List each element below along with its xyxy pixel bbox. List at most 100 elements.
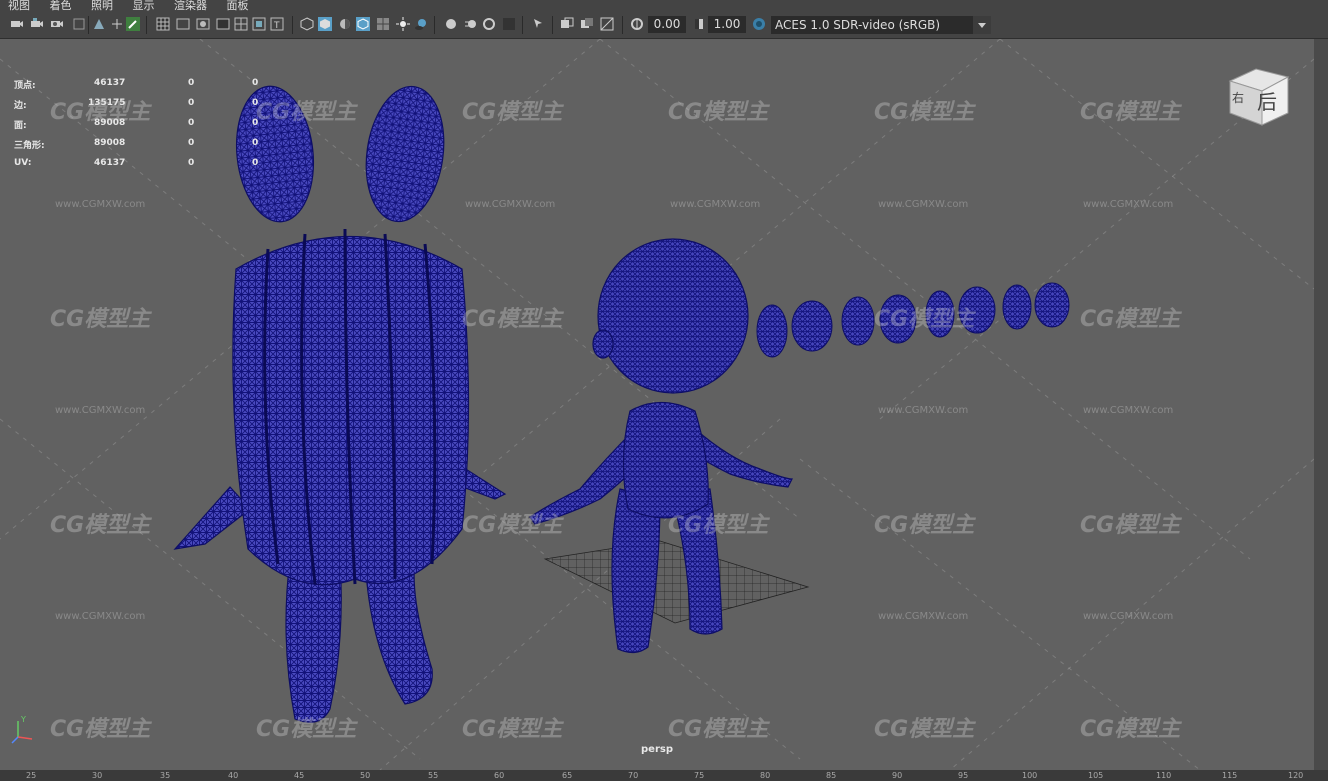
viewcube-back-label[interactable]: 后	[1257, 86, 1277, 115]
textured-icon[interactable]	[376, 17, 390, 31]
menu-view[interactable]: 视图	[8, 0, 30, 12]
pumpkin-bunny-mesh[interactable]	[173, 81, 507, 723]
ruler-tick: 55	[428, 771, 439, 780]
ground-grid	[543, 540, 810, 624]
hud-label: 三角形:	[14, 141, 45, 151]
ruler-tick: 70	[628, 771, 639, 780]
hud-value: 46137	[94, 78, 126, 88]
watermark-logo: CG模型主	[668, 717, 769, 742]
backface-culling-icon[interactable]	[600, 17, 614, 31]
ruler-tick: 35	[160, 771, 171, 780]
panel-toolbar: T 0.00 1.00 ACES 1.0 SDR-video (sRGB)	[0, 12, 1328, 39]
watermark-logo: CG模型主	[668, 100, 769, 125]
watermark-url: www.CGMXW.com	[55, 611, 146, 622]
grid-toggle-icon[interactable]	[110, 17, 124, 31]
hud-value: 0	[188, 118, 195, 128]
watermark-logo: CG模型主	[462, 100, 563, 125]
watermark-logo: CG模型主	[874, 307, 975, 332]
wireframe-cube-icon[interactable]	[300, 17, 314, 31]
resolution-gate-icon[interactable]	[196, 17, 210, 31]
ruler-tick: 30	[92, 771, 103, 780]
ruler-tick: 40	[228, 771, 239, 780]
ambient-occlusion-icon[interactable]	[444, 17, 458, 31]
camera-select-icon[interactable]	[10, 17, 24, 31]
hud-value: 0	[252, 138, 259, 148]
hud-row-uvs: UV: 46137 0 0	[14, 158, 274, 172]
menu-renderer[interactable]: 渲染器	[174, 0, 207, 12]
colorspace-dropdown[interactable]: ACES 1.0 SDR-video (sRGB)	[771, 16, 991, 34]
xray-icon[interactable]	[560, 17, 574, 31]
pencil-icon[interactable]	[126, 17, 140, 31]
exposure-field[interactable]: 0.00	[648, 16, 686, 33]
color-management-icon[interactable]	[752, 17, 766, 31]
exposure-icon[interactable]	[630, 17, 644, 31]
axis-gizmo-icon: Y	[11, 715, 33, 744]
colorspace-label: ACES 1.0 SDR-video (sRGB)	[775, 18, 941, 32]
menu-panels[interactable]: 面板	[227, 0, 249, 12]
menu-shading[interactable]: 着色	[50, 0, 72, 12]
anti-aliasing-icon[interactable]	[482, 17, 496, 31]
bookmark-icon[interactable]	[72, 17, 86, 31]
time-slider-ruler[interactable]: 25 30 35 40 45 50 55 60 65 70 75 80 85 9…	[0, 770, 1328, 781]
watermark-url: www.CGMXW.com	[1083, 405, 1174, 416]
watermark-logo: CG模型主	[50, 717, 151, 742]
hud-label: 边:	[14, 101, 27, 111]
watermark-logo: CG模型主	[1080, 307, 1181, 332]
svg-text:T: T	[273, 21, 280, 31]
film-gate-icon[interactable]	[176, 17, 190, 31]
watermark-logo: CG模型主	[874, 717, 975, 742]
menu-lighting[interactable]: 照明	[91, 0, 113, 12]
field-chart-icon[interactable]	[234, 17, 248, 31]
watermark-url: www.CGMXW.com	[1083, 611, 1174, 622]
gamma-icon[interactable]	[692, 17, 706, 31]
safe-title-icon[interactable]: T	[270, 17, 284, 31]
watermark-logo: CG模型主	[668, 513, 769, 538]
watermark-logo: CG模型主	[50, 513, 151, 538]
watermark-logo: CG模型主	[50, 100, 151, 125]
toolbar-separator	[146, 16, 147, 34]
viewport-persp[interactable]: Y 顶点: 46137 0 0 边: 135175 0 0 面: 89008 0…	[0, 39, 1314, 770]
ruler-tick: 110	[1156, 771, 1172, 780]
watermark-logo: CG模型主	[874, 100, 975, 125]
safe-action-icon[interactable]	[252, 17, 266, 31]
toolbar-separator	[522, 16, 523, 34]
gate-mask-icon[interactable]	[216, 17, 230, 31]
ruler-tick: 120	[1288, 771, 1304, 780]
hud-value: 89008	[94, 138, 126, 148]
right-panel-strip[interactable]	[1314, 39, 1328, 770]
ruler-tick: 105	[1088, 771, 1104, 780]
menu-show[interactable]: 显示	[133, 0, 155, 12]
viewcube-right-label[interactable]: 右	[1232, 89, 1244, 106]
watermark-url: www.CGMXW.com	[670, 199, 761, 210]
watermark-url: www.CGMXW.com	[1083, 199, 1174, 210]
camera-lock-icon[interactable]	[30, 17, 44, 31]
toolbar-separator	[622, 16, 623, 34]
smooth-shade-icon[interactable]	[318, 17, 332, 31]
ruler-tick: 60	[494, 771, 505, 780]
camera-attributes-icon[interactable]	[50, 17, 64, 31]
depth-of-field-icon[interactable]	[502, 17, 516, 31]
isolate-select-icon[interactable]	[532, 17, 546, 31]
watermark-logo: CG模型主	[1080, 100, 1181, 125]
hud-value: 0	[188, 138, 195, 148]
motion-blur-icon[interactable]	[464, 17, 478, 31]
image-plane-icon[interactable]	[92, 17, 106, 31]
hud-value: 0	[252, 158, 259, 168]
ruler-tick: 100	[1022, 771, 1038, 780]
gamma-field[interactable]: 1.00	[708, 16, 746, 33]
watermark-url: www.CGMXW.com	[878, 405, 969, 416]
hud-value: 46137	[94, 158, 126, 168]
wireframe-on-shaded-icon[interactable]	[356, 17, 370, 31]
ruler-tick: 45	[294, 771, 305, 780]
watermark-logo: CG模型主	[462, 717, 563, 742]
xray-joints-icon[interactable]	[580, 17, 594, 31]
watermark-logo: CG模型主	[462, 513, 563, 538]
use-default-material-icon[interactable]	[338, 17, 352, 31]
camera-name-label: persp	[641, 744, 673, 755]
shadows-icon[interactable]	[414, 17, 428, 31]
watermark-logo: CG模型主	[256, 717, 357, 742]
grid-icon[interactable]	[156, 17, 170, 31]
watermark-url: www.CGMXW.com	[55, 199, 146, 210]
lights-icon[interactable]	[396, 17, 410, 31]
watermark-logo: CG模型主	[1080, 717, 1181, 742]
